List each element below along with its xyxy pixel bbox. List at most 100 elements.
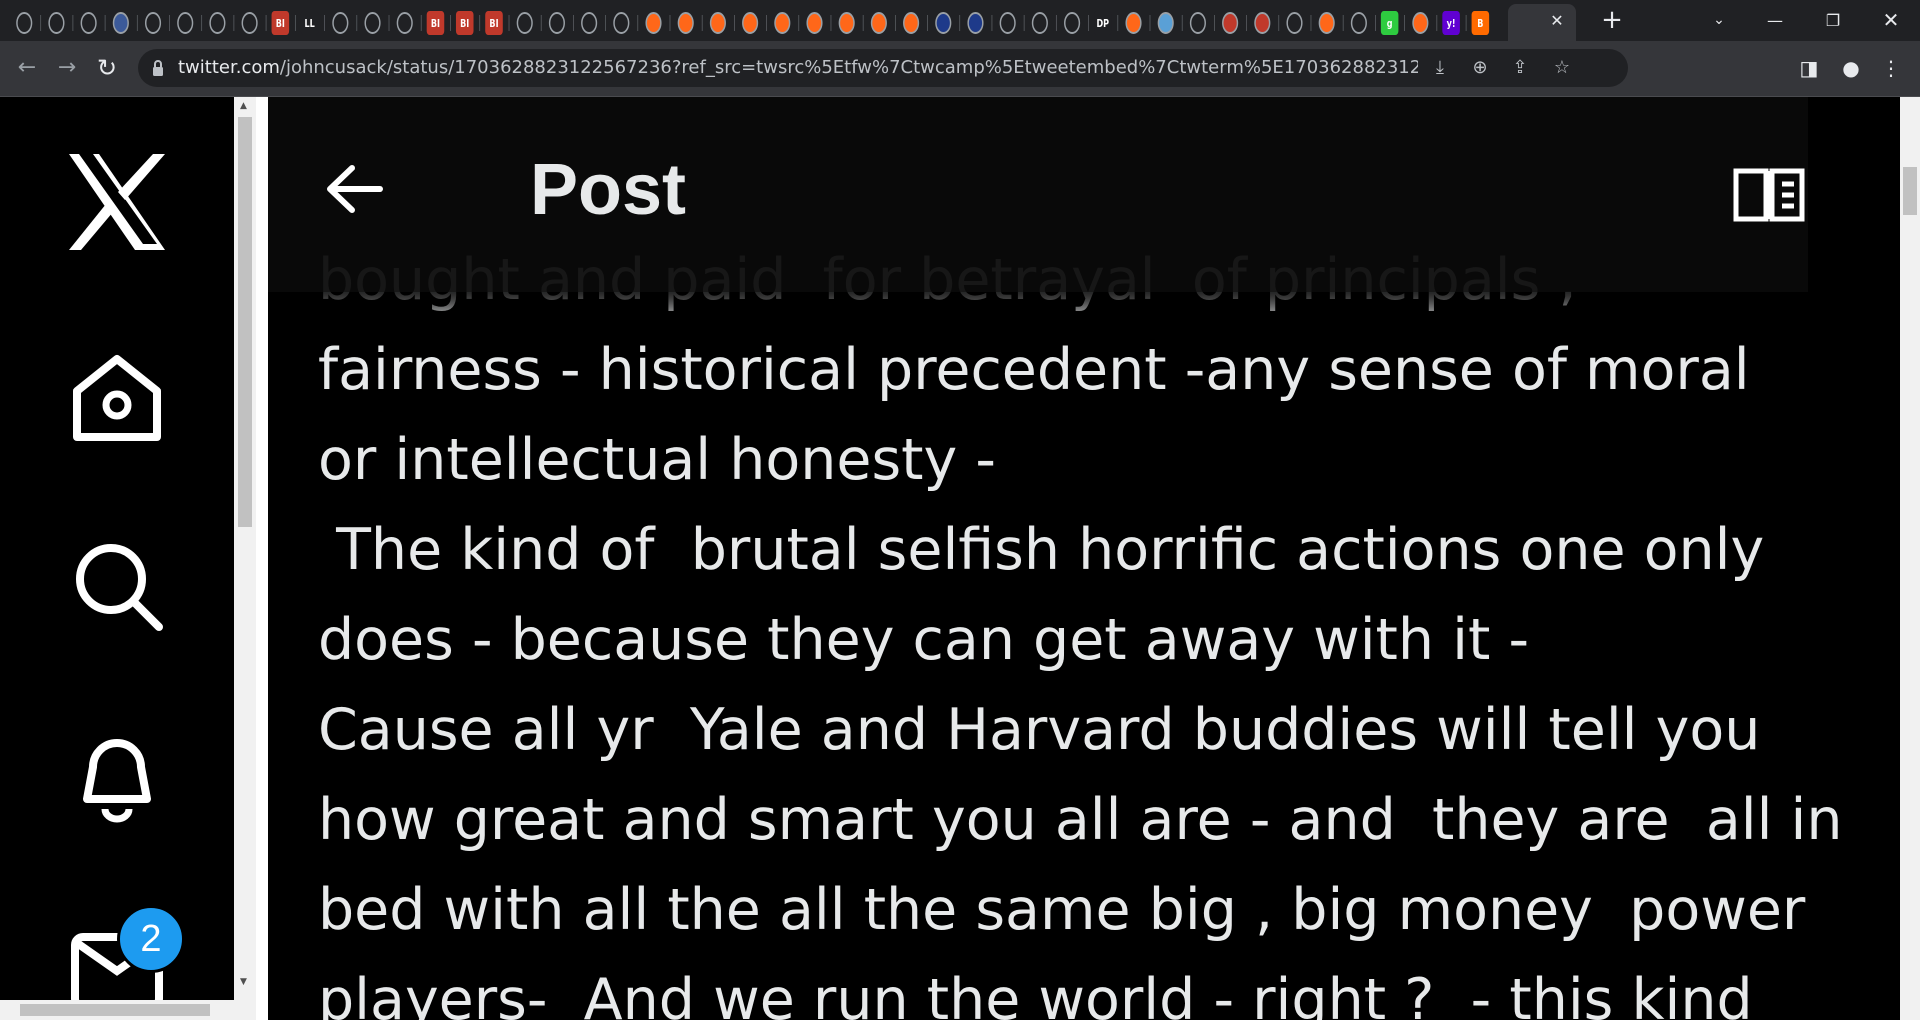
- forward-button[interactable]: →: [52, 53, 82, 83]
- url-text[interactable]: twitter.com/johncusack/status/1703628823…: [178, 49, 1418, 87]
- b-icon[interactable]: B: [1471, 11, 1490, 35]
- tab-separator: [479, 15, 481, 31]
- arrow-tag-icon[interactable]: [112, 12, 129, 34]
- lock-icon[interactable]: [152, 59, 164, 77]
- horizontal-scroll-thumb[interactable]: [20, 1004, 210, 1016]
- globe-icon[interactable]: [396, 12, 413, 34]
- scroll-down-arrow-icon[interactable]: ▼: [240, 977, 247, 987]
- search-icon[interactable]: [613, 12, 630, 34]
- lit-icon[interactable]: LL: [300, 11, 319, 35]
- minimize-button[interactable]: —: [1746, 0, 1804, 41]
- post-line: does - because they can get away with it…: [318, 607, 1530, 673]
- piano-icon[interactable]: [1222, 12, 1239, 34]
- globe-icon[interactable]: [209, 12, 226, 34]
- post-line: how great and smart you all are - and th…: [318, 787, 1843, 853]
- scroll-up-arrow-icon[interactable]: ▲: [240, 101, 247, 111]
- share-icon[interactable]: ⇪: [1508, 56, 1532, 80]
- post-line: or intellectual honesty -: [318, 427, 996, 493]
- globe-icon[interactable]: [1031, 12, 1048, 34]
- bookmark-star-icon[interactable]: ☆: [1550, 56, 1574, 80]
- g-icon[interactable]: g: [1380, 11, 1399, 35]
- tab-separator: [605, 15, 606, 31]
- x-logo-icon[interactable]: [67, 152, 167, 252]
- tab-separator: [72, 15, 74, 31]
- back-arrow-icon[interactable]: [322, 157, 386, 221]
- substack-icon[interactable]: [806, 12, 823, 34]
- horizontal-scrollbar[interactable]: [0, 1000, 234, 1020]
- notifications-bell-icon[interactable]: [67, 725, 167, 825]
- tab-search-chevron-icon[interactable]: ⌄: [1690, 0, 1748, 41]
- search-icon[interactable]: [581, 12, 598, 34]
- tab-separator: [1117, 15, 1119, 31]
- address-bar[interactable]: twitter.com/johncusack/status/1703628823…: [138, 49, 1628, 87]
- shield-icon[interactable]: [332, 12, 349, 34]
- tab-separator: [388, 15, 390, 31]
- substack-icon[interactable]: [1412, 12, 1429, 34]
- shield-outline-icon[interactable]: [1064, 12, 1081, 34]
- cube-icon[interactable]: [935, 12, 952, 34]
- globe-icon[interactable]: [364, 12, 381, 34]
- globe-icon[interactable]: [144, 12, 162, 34]
- globe-icon[interactable]: [80, 12, 97, 34]
- restore-button[interactable]: ❐: [1804, 0, 1862, 41]
- search-icon[interactable]: [67, 535, 167, 635]
- cloud-icon[interactable]: [1157, 12, 1174, 34]
- tab-separator: [862, 15, 864, 31]
- substack-icon[interactable]: [838, 12, 855, 34]
- substack-icon[interactable]: [1318, 12, 1335, 34]
- substack-icon[interactable]: [742, 12, 759, 34]
- substack-icon[interactable]: [774, 12, 791, 34]
- tab-separator: [1023, 15, 1025, 31]
- globe-icon[interactable]: [241, 12, 258, 34]
- page-scrollbar[interactable]: [1900, 97, 1920, 1020]
- substack-icon[interactable]: [1125, 12, 1142, 34]
- globe-icon[interactable]: [16, 12, 33, 34]
- close-tab-icon[interactable]: ✕: [1546, 10, 1568, 32]
- globe-icon[interactable]: [999, 12, 1016, 34]
- page-scroll-thumb[interactable]: [1903, 167, 1917, 215]
- tab-list: BI LL BI BI BI DP g y! B: [14, 9, 1495, 37]
- tab-separator: [1374, 15, 1376, 31]
- globe-icon[interactable]: [516, 12, 533, 34]
- bi-icon[interactable]: BI: [455, 11, 474, 35]
- tab-separator: [104, 15, 106, 31]
- crest-icon[interactable]: [1189, 12, 1206, 34]
- tab-separator: [1404, 15, 1405, 31]
- install-app-icon[interactable]: ⤓: [1428, 56, 1452, 80]
- sidebar-scrollbar[interactable]: ▲ ▼: [234, 97, 256, 1020]
- sidebar-scroll-thumb[interactable]: [238, 117, 252, 527]
- substack-icon[interactable]: [903, 12, 920, 34]
- profile-icon[interactable]: ●: [1838, 54, 1864, 82]
- substack-icon[interactable]: [645, 12, 662, 34]
- play-icon[interactable]: [177, 12, 194, 34]
- globe-icon[interactable]: [548, 12, 565, 34]
- home-icon[interactable]: [67, 349, 167, 449]
- bi-icon[interactable]: BI: [485, 11, 503, 35]
- shield-icon[interactable]: [1286, 12, 1303, 34]
- red-shield-icon[interactable]: [1254, 12, 1271, 34]
- tab-separator: [169, 15, 170, 31]
- cube-icon[interactable]: [967, 12, 984, 34]
- dptc-icon[interactable]: DP: [1094, 11, 1112, 35]
- globe-icon[interactable]: [1350, 12, 1367, 34]
- menu-icon[interactable]: ⋮: [1878, 54, 1904, 82]
- side-panel-icon[interactable]: ◨: [1796, 54, 1822, 82]
- tab-separator: [1342, 15, 1344, 31]
- zoom-icon[interactable]: ⊕: [1468, 56, 1492, 80]
- bi-icon[interactable]: BI: [426, 11, 445, 35]
- tab-separator: [420, 15, 422, 31]
- reader-mode-icon[interactable]: [1732, 165, 1806, 223]
- substack-icon[interactable]: [709, 12, 726, 34]
- back-button[interactable]: ←: [12, 53, 42, 83]
- reload-button[interactable]: ↻: [92, 53, 122, 83]
- shield-icon[interactable]: [48, 12, 65, 34]
- substack-icon[interactable]: [870, 12, 887, 34]
- tab-separator: [830, 15, 832, 31]
- tab-separator: [1465, 15, 1467, 31]
- yahoo-icon[interactable]: y!: [1442, 11, 1460, 35]
- close-window-button[interactable]: ✕: [1862, 0, 1920, 41]
- tab-separator: [324, 15, 325, 31]
- substack-icon[interactable]: [677, 12, 694, 34]
- new-tab-button[interactable]: +: [1598, 6, 1626, 34]
- bi-icon[interactable]: BI: [271, 11, 290, 35]
